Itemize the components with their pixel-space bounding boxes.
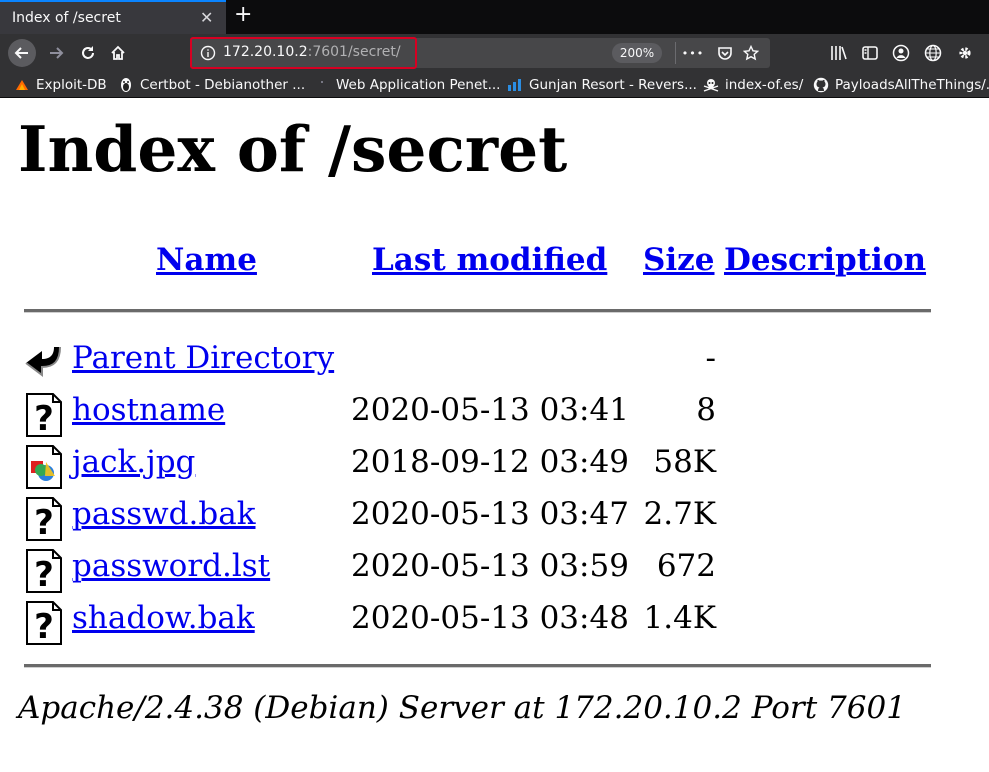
bookmark-label: index-of.es/ bbox=[725, 77, 804, 93]
column-header-size[interactable]: Size bbox=[643, 242, 715, 278]
unknown-file-icon: ? bbox=[26, 497, 62, 541]
new-tab-button[interactable]: + bbox=[234, 4, 252, 26]
parent-directory-icon bbox=[25, 346, 61, 377]
table-row: jack.jpg 2018-09-12 03:49 58K bbox=[0, 444, 989, 496]
file-size: 1.4K bbox=[643, 600, 716, 636]
svg-text:?: ? bbox=[34, 399, 54, 437]
bookmark-item[interactable]: index-of.es/ bbox=[703, 76, 803, 94]
library-icon[interactable] bbox=[829, 43, 849, 63]
svg-text:?: ? bbox=[34, 607, 54, 645]
unknown-file-icon: ? bbox=[26, 393, 62, 437]
back-arrow-icon bbox=[14, 47, 28, 59]
gunjan-resort-icon bbox=[507, 77, 523, 93]
certbot-icon bbox=[118, 77, 134, 93]
tab-close-icon[interactable]: ✕ bbox=[200, 8, 213, 27]
table-row: ? hostname 2020-05-13 03:41 8 bbox=[0, 392, 989, 444]
web-app-icon bbox=[314, 77, 330, 93]
image-file-icon bbox=[26, 445, 62, 489]
bookmark-star-icon[interactable] bbox=[742, 44, 760, 62]
unknown-file-icon: ? bbox=[26, 549, 62, 593]
file-size: 58K bbox=[653, 444, 716, 480]
home-button[interactable] bbox=[104, 39, 132, 67]
bookmark-label: Certbot - Debianother ... bbox=[140, 77, 306, 93]
back-button[interactable] bbox=[8, 39, 36, 67]
github-icon bbox=[813, 77, 829, 93]
file-link[interactable]: Parent Directory bbox=[72, 340, 334, 376]
file-date: 2018-09-12 03:49 bbox=[351, 444, 629, 480]
bookmark-item[interactable]: Certbot - Debianother ... bbox=[118, 76, 305, 94]
table-row: Parent Directory - bbox=[0, 340, 989, 392]
file-link[interactable]: jack.jpg bbox=[72, 444, 195, 480]
pocket-icon[interactable] bbox=[716, 44, 734, 62]
file-link[interactable]: hostname bbox=[72, 392, 225, 428]
account-icon[interactable] bbox=[891, 43, 911, 63]
bookmark-item[interactable]: Exploit-DB bbox=[14, 76, 107, 94]
file-link[interactable]: shadow.bak bbox=[72, 600, 255, 636]
table-divider-top bbox=[24, 309, 931, 313]
url-host: 172.20.10.2 bbox=[223, 44, 308, 60]
file-date: 2020-05-13 03:59 bbox=[351, 548, 629, 584]
file-date: 2020-05-13 03:41 bbox=[351, 392, 629, 428]
page-title: Index of /secret bbox=[18, 112, 568, 186]
bookmark-label: Gunjan Resort - Revers... bbox=[529, 77, 697, 93]
bookmark-label: Exploit-DB bbox=[36, 77, 107, 93]
url-path: :7601/secret/ bbox=[307, 44, 401, 60]
index-of-icon bbox=[703, 77, 719, 93]
url-bar[interactable]: 172.20.10.2:7601/secret/ 200% ••• bbox=[190, 37, 770, 69]
navigation-toolbar: 172.20.10.2:7601/secret/ 200% ••• bbox=[0, 34, 989, 72]
file-date: 2020-05-13 03:48 bbox=[351, 600, 629, 636]
exploit-db-icon bbox=[14, 77, 30, 93]
file-size: 672 bbox=[656, 548, 716, 584]
svg-text:?: ? bbox=[34, 503, 54, 541]
file-size: 2.7K bbox=[643, 496, 716, 532]
column-header-last-modified[interactable]: Last modified bbox=[372, 242, 607, 278]
bookmark-item[interactable]: PayloadsAllTheThings/... bbox=[813, 76, 989, 94]
bookmark-item[interactable]: Web Application Penet... bbox=[314, 76, 500, 94]
file-link[interactable]: password.lst bbox=[72, 548, 270, 584]
tab-title: Index of /secret bbox=[12, 10, 121, 26]
forward-button[interactable] bbox=[42, 39, 70, 67]
bookmarks-toolbar: Exploit-DB Certbot - Debianother ... Web… bbox=[0, 72, 989, 98]
sidebar-icon[interactable] bbox=[860, 43, 880, 63]
reload-icon bbox=[82, 46, 94, 59]
tab-active[interactable]: Index of /secret ✕ bbox=[0, 0, 226, 34]
file-date: 2020-05-13 03:47 bbox=[351, 496, 629, 532]
server-signature: Apache/2.4.38 (Debian) Server at 172.20.… bbox=[18, 690, 906, 726]
table-row: ? passwd.bak 2020-05-13 03:47 2.7K bbox=[0, 496, 989, 548]
bookmark-label: PayloadsAllTheThings/... bbox=[835, 77, 989, 93]
unknown-file-icon: ? bbox=[26, 601, 62, 645]
column-header-description[interactable]: Description bbox=[724, 242, 926, 278]
extension-gear-icon[interactable] bbox=[955, 43, 975, 63]
svg-text:?: ? bbox=[34, 555, 54, 593]
page-content: Index of /secret Name Last modified Size… bbox=[0, 98, 989, 772]
reload-button[interactable] bbox=[74, 39, 102, 67]
info-icon[interactable] bbox=[200, 45, 216, 61]
column-header-name[interactable]: Name bbox=[156, 242, 257, 278]
file-size: 8 bbox=[696, 392, 716, 428]
globe-icon[interactable] bbox=[923, 43, 943, 63]
table-row: ? shadow.bak 2020-05-13 03:48 1.4K bbox=[0, 600, 989, 652]
page-actions-icon[interactable]: ••• bbox=[682, 44, 703, 62]
zoom-level-button[interactable]: 200% bbox=[612, 43, 662, 63]
forward-arrow-icon bbox=[50, 47, 64, 59]
table-divider-bottom bbox=[24, 664, 931, 668]
file-link[interactable]: passwd.bak bbox=[72, 496, 256, 532]
tab-bar: Index of /secret ✕ + bbox=[0, 0, 989, 34]
home-icon bbox=[111, 45, 125, 60]
url-text[interactable]: 172.20.10.2:7601/secret/ bbox=[223, 44, 401, 60]
table-row: ? password.lst 2020-05-13 03:59 672 bbox=[0, 548, 989, 600]
file-size: - bbox=[705, 340, 716, 376]
url-separator bbox=[675, 42, 676, 64]
bookmark-label: Web Application Penet... bbox=[336, 77, 501, 93]
bookmark-item[interactable]: Gunjan Resort - Revers... bbox=[507, 76, 697, 94]
